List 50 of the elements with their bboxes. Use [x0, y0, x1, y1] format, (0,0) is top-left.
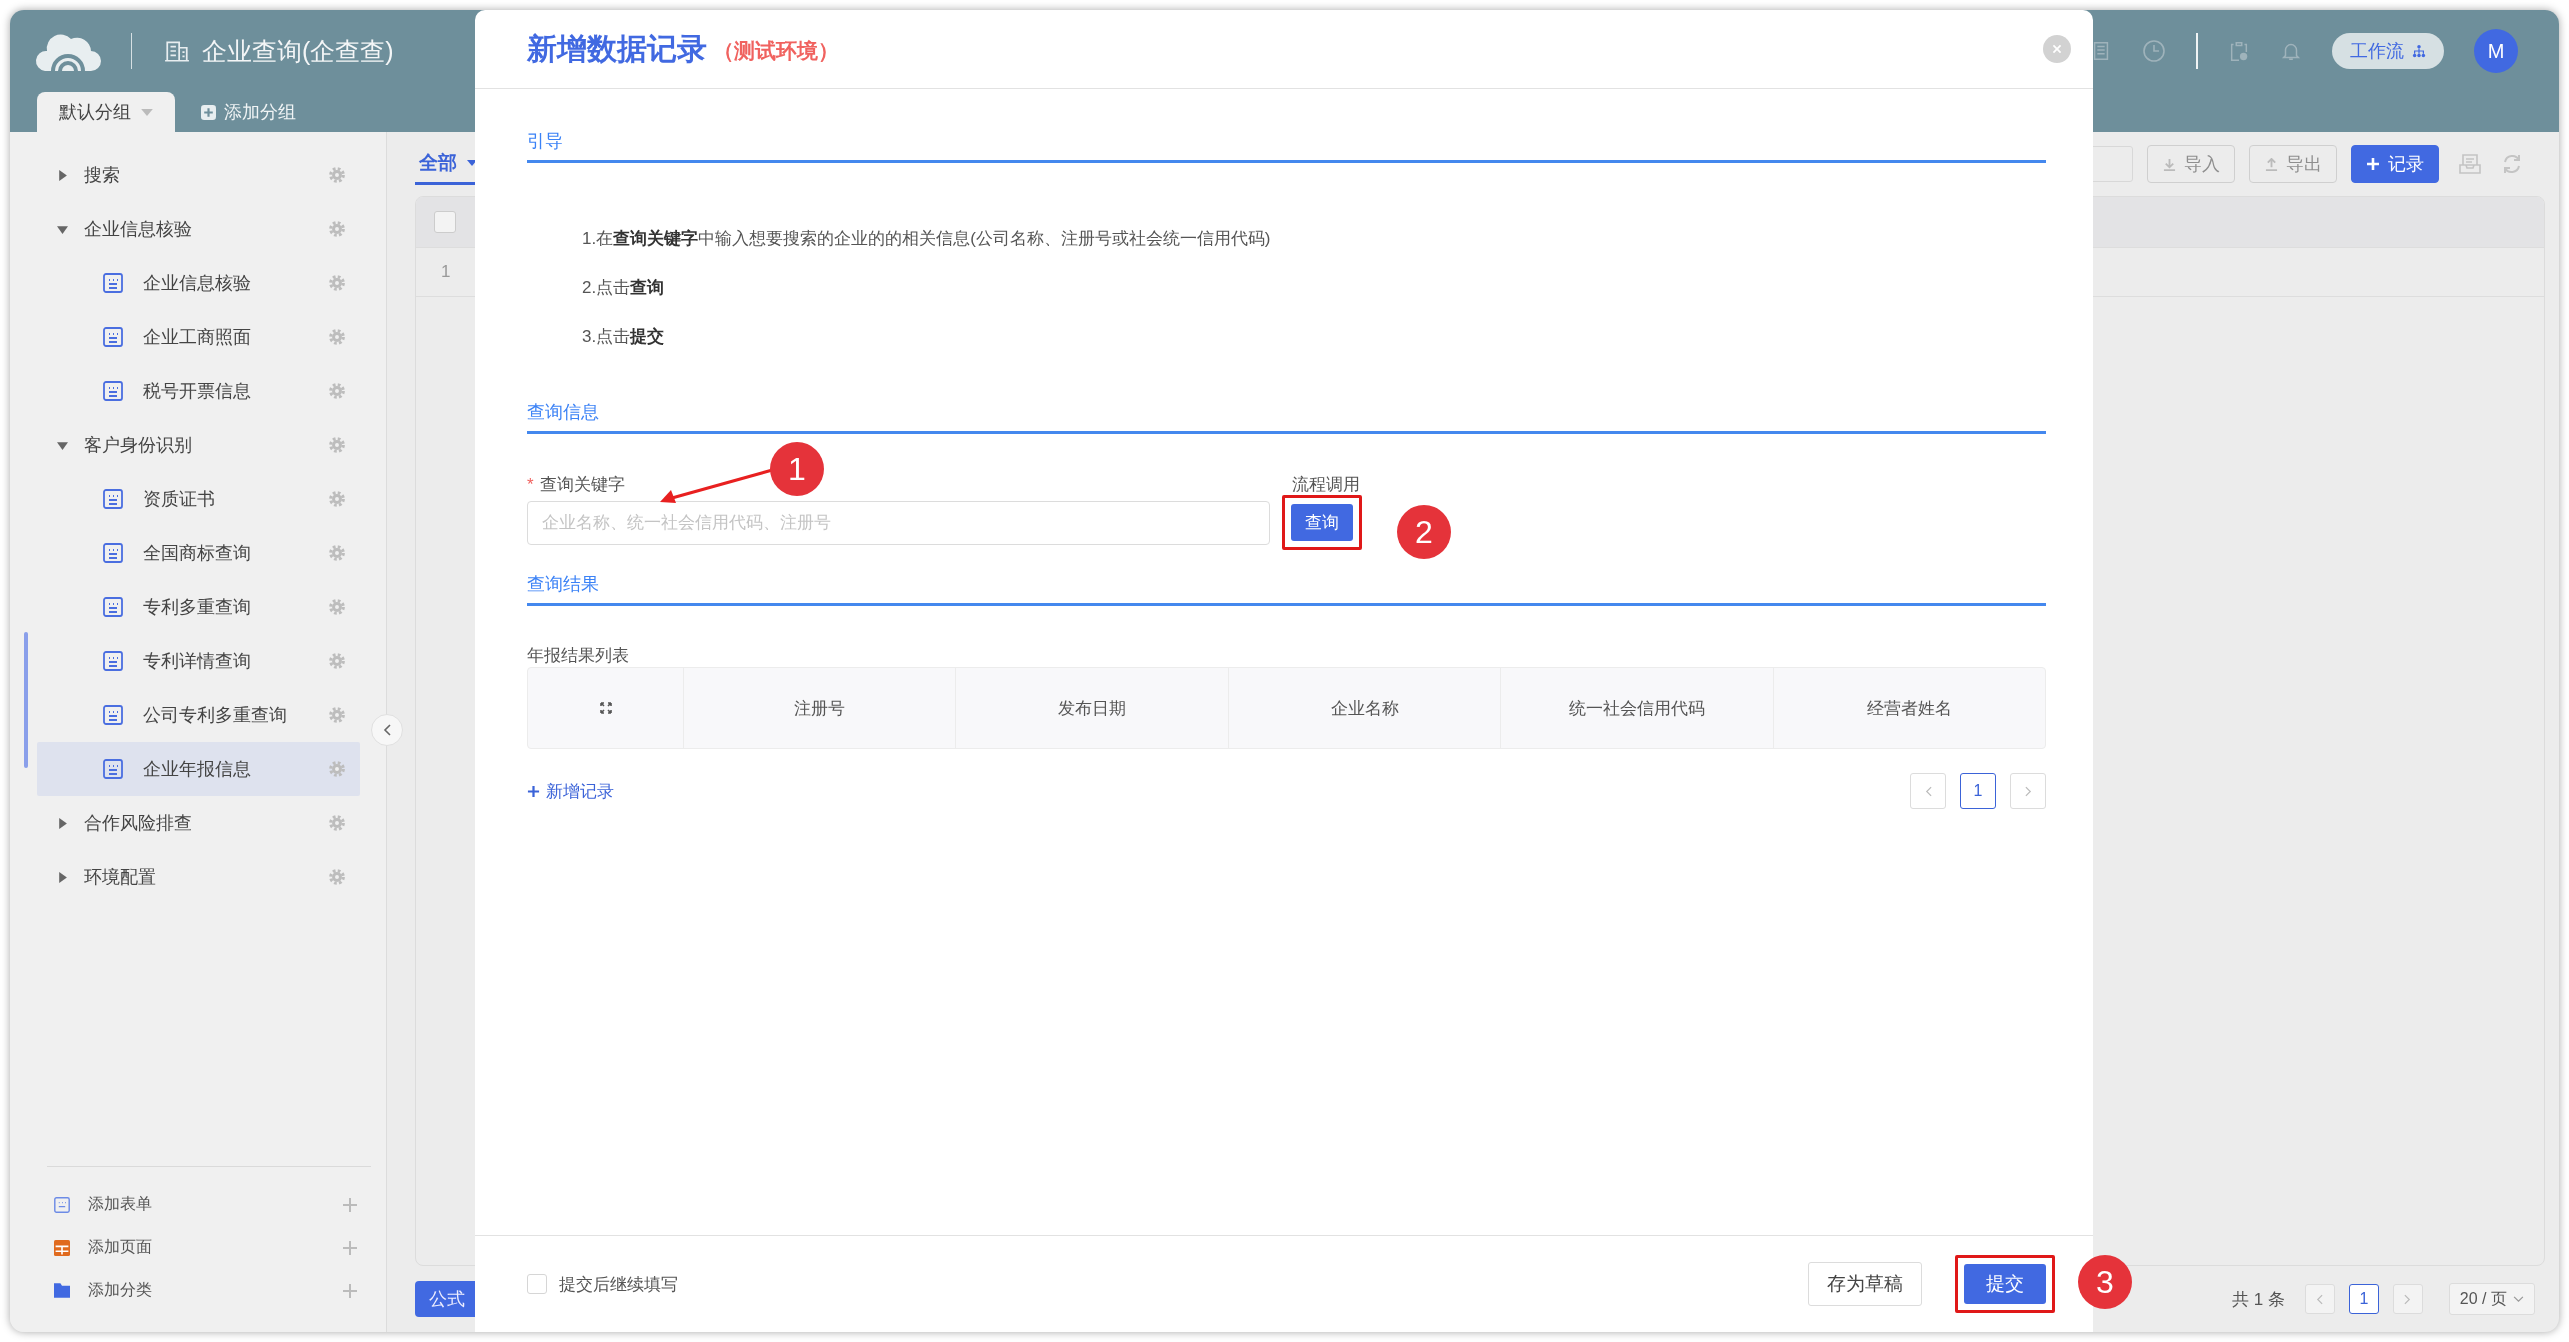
tree-item[interactable]: 搜索 — [37, 148, 360, 202]
list-title: 年报结果列表 — [527, 645, 630, 667]
tree-item[interactable]: 税号开票信息 — [37, 364, 360, 418]
section-heading: 查询结果 — [527, 572, 2046, 606]
table-header-cell: 注册号 — [683, 668, 956, 748]
app-title: 企业查询(企查查) — [202, 35, 394, 67]
dialog-title: 新增数据记录 — [527, 30, 707, 67]
total-count: 共 1 条 — [2231, 1288, 2285, 1311]
query-button[interactable]: 查询 — [1291, 504, 1353, 541]
tree-item[interactable]: 公司专利多重查询 — [37, 688, 360, 742]
add-item[interactable]: 添加页面 — [47, 1226, 371, 1269]
field-label: * 查询关键字 — [527, 474, 625, 496]
keyword-input[interactable]: 企业名称、统一社会信用代码、注册号 — [527, 501, 1270, 545]
tree-item[interactable]: 全国商标查询 — [37, 526, 360, 580]
add-item[interactable]: 添加表单 — [47, 1183, 371, 1226]
group-tab[interactable]: 默认分组 — [37, 92, 175, 132]
guide-step: 1.在查询关键字中输入想要搜索的企业的的相关信息(公司名称、注册号或社会统一信用代码) — [582, 214, 2046, 263]
section-heading: 查询信息 — [527, 400, 2046, 434]
tree-item[interactable]: 企业年报信息 — [37, 742, 360, 796]
environment-tag: （测试环境） — [713, 37, 839, 65]
table-header-cell: 发布日期 — [955, 668, 1228, 748]
row-number: 1 — [441, 262, 451, 282]
field-label: 流程调用 — [1292, 474, 1360, 496]
table-header-cell: 统一社会信用代码 — [1500, 668, 1773, 748]
add-record-link[interactable]: 新增记录 — [527, 779, 614, 803]
table-header-cell: 企业名称 — [1227, 668, 1501, 748]
toolbar-button[interactable]: 记录 — [2351, 145, 2439, 183]
guide-step: 3.点击提交 — [582, 312, 2046, 361]
tree-item[interactable]: 专利多重查询 — [37, 580, 360, 634]
checkbox-label: 提交后继续填写 — [559, 1273, 678, 1296]
save-draft-button[interactable]: 存为草稿 — [1808, 1262, 1922, 1306]
tree-item[interactable]: 企业信息核验 — [37, 202, 360, 256]
user-avatar[interactable]: M — [2474, 29, 2518, 73]
table-header-cell: 经营者姓名 — [1772, 668, 2046, 748]
required-mark: * — [527, 475, 534, 494]
page-button[interactable]: 1 — [1960, 773, 1996, 809]
tree-item[interactable]: 资质证书 — [37, 472, 360, 526]
add-item[interactable]: 添加分类 — [47, 1269, 371, 1312]
section-heading: 引导 — [527, 129, 2046, 163]
tree-item[interactable]: 企业工商照面 — [37, 310, 360, 364]
tree-item[interactable]: 专利详情查询 — [37, 634, 360, 688]
tree-item[interactable]: 企业信息核验 — [37, 256, 360, 310]
guide-step: 2.点击查询 — [582, 263, 2046, 312]
submit-button[interactable]: 提交 — [1964, 1264, 2046, 1304]
tree-item[interactable]: 合作风险排查 — [37, 796, 360, 850]
page-size-select[interactable]: 20 / 页 — [2448, 1283, 2535, 1315]
workflow-button[interactable]: 工作流 — [2332, 33, 2444, 69]
tree-item[interactable]: 客户身份识别 — [37, 418, 360, 472]
tree-item[interactable]: 环境配置 — [37, 850, 360, 904]
page-button[interactable]: 1 — [2348, 1284, 2379, 1314]
